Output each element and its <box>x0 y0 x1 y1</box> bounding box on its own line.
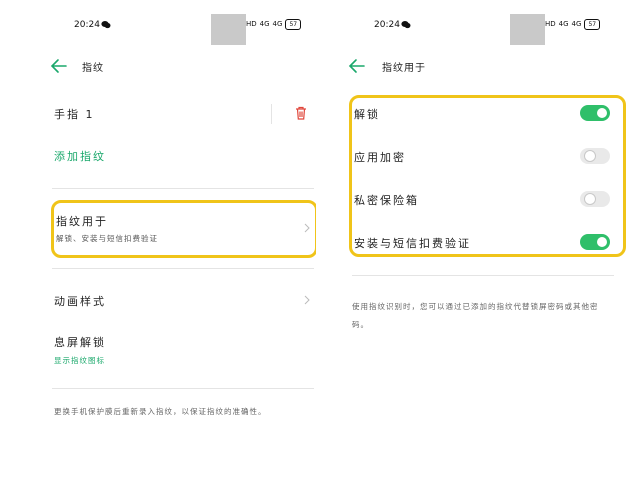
status-indicators: HD 4G 4G 57 <box>545 18 601 30</box>
page-header: 指纹 <box>0 54 316 80</box>
footer-note: 使用指纹识别时，您可以通过已添加的指纹代替锁屏密码或其他密码。 <box>352 302 599 329</box>
wechat-icon <box>101 21 111 29</box>
animation-style-label: 动画样式 <box>54 295 106 308</box>
battery-indicator: 57 <box>584 18 601 30</box>
fingerprint-usage-panel: 20:24 HD 4G 4G 57 指纹用于 解锁 应用加密 私密保险箱 安装与… <box>316 0 632 481</box>
hd-indicator: HD <box>246 20 257 28</box>
screen-off-unlock-subtitle: 显示指纹图标 <box>54 356 105 365</box>
page-title: 指纹 <box>82 63 104 74</box>
status-indicators: HD 4G 4G 57 <box>246 18 302 30</box>
wechat-icon <box>401 21 411 29</box>
highlight-box <box>349 95 626 257</box>
vertical-divider <box>271 104 272 124</box>
status-time: 20:24 <box>374 20 400 30</box>
footer-note: 更换手机保护膜后重新录入指纹，以保证指纹的准确性。 <box>54 407 267 416</box>
add-fingerprint-link[interactable]: 添加指纹 <box>54 148 106 164</box>
redacted-block <box>211 14 246 45</box>
section-divider <box>52 188 314 189</box>
status-time: 20:24 <box>74 20 100 30</box>
signal-indicator-2: 4G <box>272 20 283 28</box>
page-title: 指纹用于 <box>382 63 426 74</box>
chevron-right-icon <box>304 295 310 305</box>
section-divider <box>52 388 314 389</box>
fingerprint-settings-panel: 20:24 HD 4G 4G 57 指纹 手指 1 添加指纹 指纹用于 解锁、安… <box>0 0 318 481</box>
trash-icon[interactable] <box>295 106 307 120</box>
redacted-block <box>510 14 545 45</box>
signal-indicator-1: 4G <box>558 20 569 28</box>
signal-indicator-2: 4G <box>571 20 582 28</box>
status-bar: 20:24 HD 4G 4G 57 <box>316 14 632 45</box>
screen-off-unlock-title: 息屏解锁 <box>54 336 106 349</box>
highlight-box <box>51 200 318 258</box>
battery-indicator: 57 <box>285 18 302 30</box>
status-bar: 20:24 HD 4G 4G 57 <box>0 14 316 45</box>
back-arrow-icon[interactable] <box>50 58 68 74</box>
signal-indicator-1: 4G <box>259 20 270 28</box>
section-divider <box>352 275 614 276</box>
hd-indicator: HD <box>545 20 556 28</box>
section-divider <box>52 268 314 269</box>
finger-1-label[interactable]: 手指 1 <box>54 106 95 122</box>
back-arrow-icon[interactable] <box>348 58 366 74</box>
page-header: 指纹用于 <box>316 54 632 80</box>
